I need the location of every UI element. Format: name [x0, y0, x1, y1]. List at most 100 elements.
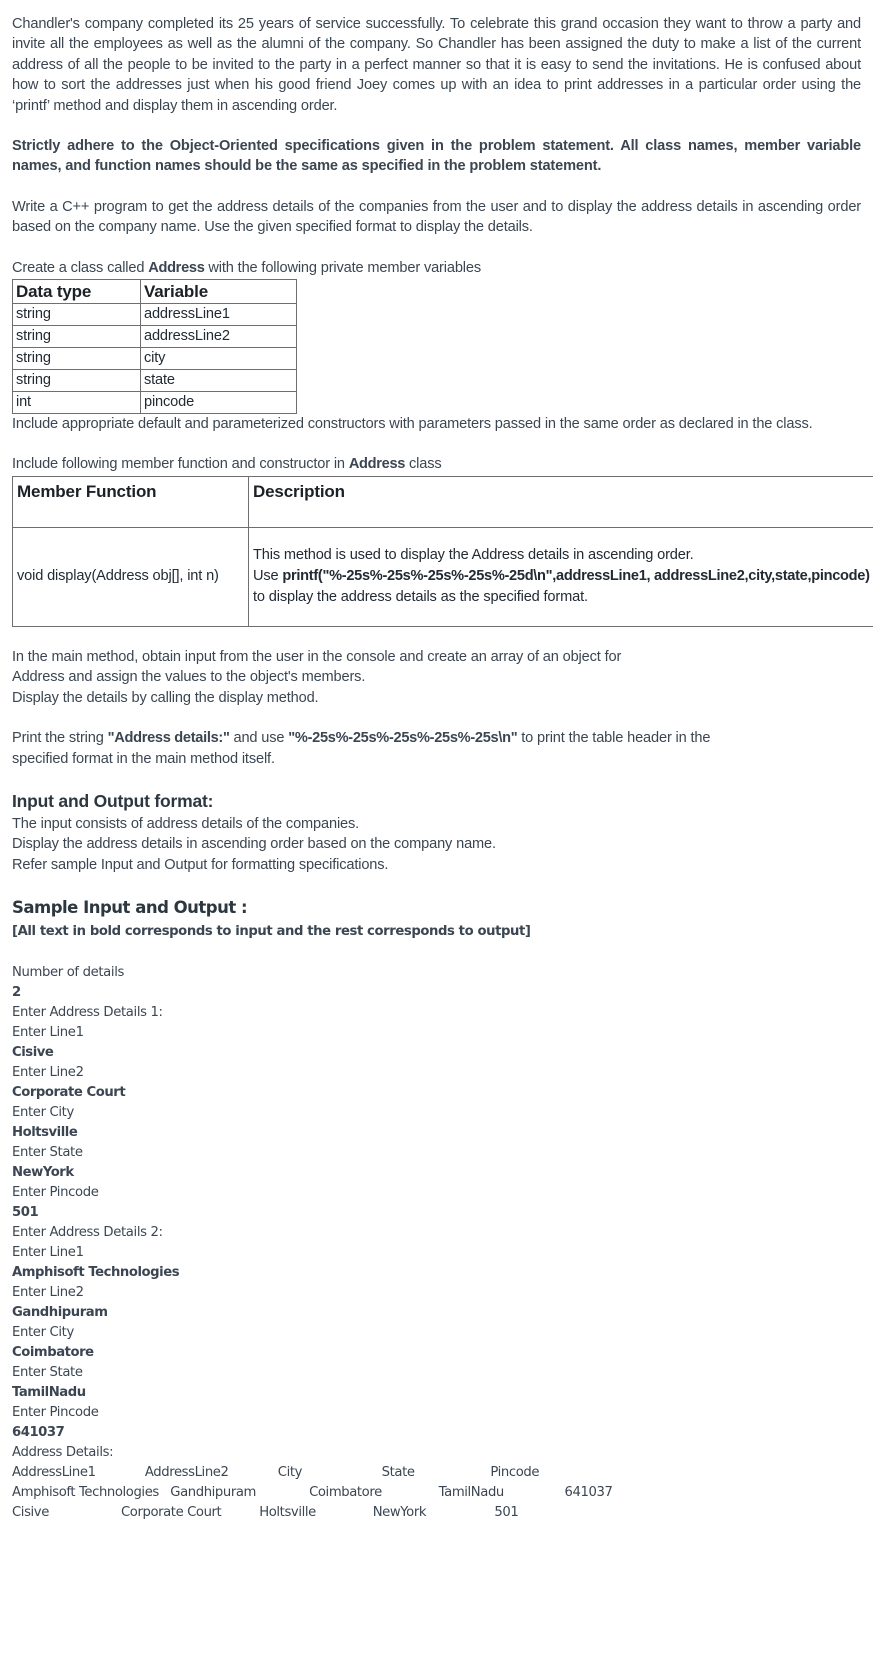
- console-input-line: Amphisoft Technologies: [12, 1265, 180, 1281]
- description-line-1: This method is used to display the Addre…: [253, 547, 694, 564]
- class-member-variables-table: Data type Variable string addressLine1 s…: [12, 279, 297, 415]
- console-output-line: Enter Pincode: [12, 1405, 99, 1421]
- cell-data-type: string: [12, 303, 141, 327]
- print-string-instruction-line-2: specified format in the main method itse…: [12, 750, 275, 767]
- table-row: void display(Address obj[], int n) This …: [12, 526, 873, 627]
- console-output-line: Enter State: [12, 1145, 83, 1161]
- table-header-row: Data type Variable: [12, 279, 297, 305]
- desc-use-label: Use: [253, 568, 283, 585]
- table-row: string city: [12, 347, 297, 371]
- output-label: Address Details:: [12, 1445, 114, 1461]
- cell-function-description: This method is used to display the Addre…: [248, 526, 873, 627]
- cell-variable: state: [140, 369, 297, 393]
- intro-paragraph: Chandler's company completed its 25 year…: [12, 16, 861, 114]
- column-header-variable: Variable: [140, 279, 297, 305]
- console-input-line: Gandhipuram: [12, 1305, 108, 1321]
- sample-io-transcript: Number of details 2 Enter Address Details …: [12, 963, 861, 1443]
- main-method-line-1: In the main method, obtain input from th…: [12, 648, 622, 665]
- cell-data-type: string: [12, 369, 141, 393]
- table-row: int pincode: [12, 391, 297, 415]
- io-format-line: The input consists of address details of…: [12, 815, 360, 832]
- console-output-line: Enter Line1: [12, 1245, 84, 1261]
- sample-io-heading: Sample Input and Output :: [12, 898, 248, 918]
- table-header-row: Member Function Description: [12, 475, 873, 528]
- column-header-member-function: Member Function: [12, 475, 249, 528]
- table-row: string addressLine2: [12, 325, 297, 349]
- console-input-line: 501: [12, 1205, 39, 1221]
- task-paragraph: Write a C++ program to get the address d…: [12, 198, 861, 236]
- print-string-instruction: Print the string "Address details:" and …: [12, 728, 861, 748]
- column-header-description: Description: [248, 475, 873, 528]
- print-header-string: "Address details:": [107, 730, 230, 747]
- console-input-line: Cisive: [12, 1045, 54, 1061]
- cell-variable: addressLine1: [140, 303, 297, 327]
- console-input-line: Corporate Court: [12, 1085, 126, 1101]
- output-table-header-row: AddressLine1 AddressLine2 City State Pin…: [12, 1465, 540, 1481]
- member-function-table: Member Function Description void display…: [12, 475, 873, 627]
- class-table-caption: Create a class called Address with the f…: [12, 258, 861, 278]
- console-input-line: Coimbatore: [12, 1345, 94, 1361]
- sample-output-table: AddressLine1 AddressLine2 City State Pin…: [12, 1463, 861, 1523]
- console-output-line: Enter State: [12, 1365, 83, 1381]
- console-output-line: Enter Address Details 2:: [12, 1225, 163, 1241]
- description-line-2: Use printf("%-25s%-25s%-25s%-25s%-25d\n"…: [253, 566, 873, 587]
- console-input-line: 641037: [12, 1425, 65, 1441]
- caption-class-name: Address: [148, 259, 205, 276]
- console-output-line: Enter City: [12, 1105, 74, 1121]
- io-format-heading: Input and Output format:: [12, 790, 214, 811]
- member-table-caption: Include following member function and co…: [12, 454, 861, 474]
- print-format-string: "%-25s%-25s%-25s%-25s%-25s\n": [288, 730, 518, 747]
- console-input-line: Holtsville: [12, 1125, 78, 1141]
- console-output-line: Enter Pincode: [12, 1185, 99, 1201]
- console-output-line: Enter Line2: [12, 1065, 84, 1081]
- io-format-line: Refer sample Input and Output for format…: [12, 856, 389, 873]
- cell-data-type: string: [12, 347, 141, 371]
- description-line-3: to display the address details as the sp…: [253, 589, 588, 606]
- output-table-row: Cisive Corporate Court Holtsville NewYor…: [12, 1505, 519, 1521]
- console-output-line: Enter Line1: [12, 1025, 84, 1041]
- sample-io-section: Sample Input and Output : [All text in b…: [12, 895, 861, 1523]
- print-mid: and use: [229, 730, 289, 747]
- main-method-line-3: Display the details by calling the displ…: [12, 689, 319, 706]
- desc-printf-code: printf("%-25s%-25s%-25s%-25s%-25d\n",add…: [282, 568, 870, 585]
- caption-pre: Create a class called: [12, 259, 149, 276]
- cell-data-type: string: [12, 325, 141, 349]
- column-header-data-type: Data type: [12, 279, 141, 305]
- caption-pre: Include following member function and co…: [12, 456, 349, 473]
- class-table-footer-section: Include appropriate default and paramete…: [12, 414, 861, 475]
- caption-post: with the following private member variab…: [204, 259, 481, 276]
- console-output-line: Number of details: [12, 965, 125, 981]
- console-input-line: NewYork: [12, 1165, 74, 1181]
- caption-class-name: Address: [348, 456, 406, 473]
- console-input-line: 2: [12, 985, 21, 1001]
- cell-variable: pincode: [140, 391, 297, 415]
- main-method-line-2: Address and assign the values to the obj…: [12, 669, 366, 686]
- caption-post: class: [405, 456, 442, 473]
- sample-io-note: [All text in bold corresponds to input a…: [12, 924, 531, 940]
- console-output-line: Enter Address Details 1:: [12, 1005, 163, 1021]
- main-method-section: In the main method, obtain input from th…: [12, 647, 861, 789]
- cell-data-type: int: [12, 391, 141, 415]
- io-format-section: Input and Output format: The input consi…: [12, 789, 861, 895]
- intro-section: Chandler's company completed its 25 year…: [12, 14, 861, 278]
- constructor-note: Include appropriate default and paramete…: [12, 416, 813, 433]
- console-output-line: Enter Line2: [12, 1285, 84, 1301]
- problem-statement-page: Chandler's company completed its 25 year…: [0, 0, 873, 1523]
- print-pre: Print the string: [12, 730, 108, 747]
- print-post: to print the table header in the: [517, 730, 711, 747]
- cell-variable: city: [140, 347, 297, 371]
- strict-adherence-note: Strictly adhere to the Object-Oriented s…: [12, 138, 861, 175]
- member-function-table-wrapper: Member Function Description void display…: [12, 475, 873, 627]
- console-input-line: TamilNadu: [12, 1385, 86, 1401]
- table-row: string addressLine1: [12, 303, 297, 327]
- console-output-line: Enter City: [12, 1325, 74, 1341]
- output-table-row: Amphisoft Technologies Gandhipuram Coimb…: [12, 1485, 613, 1501]
